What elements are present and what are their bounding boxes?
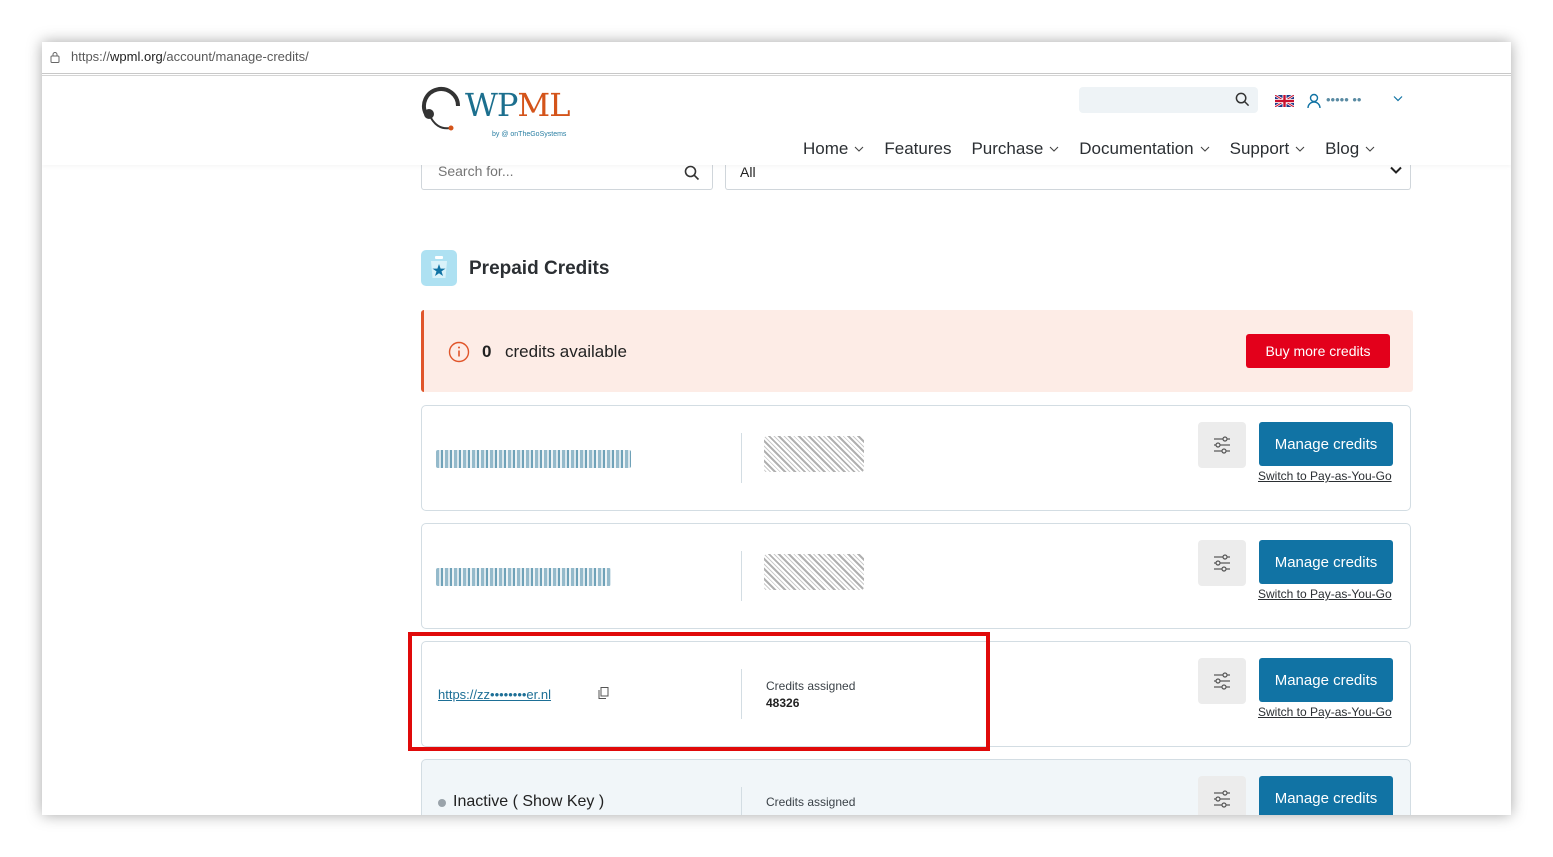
switch-to-payg-link[interactable]: Switch to Pay-as-You-Go [1258,705,1392,719]
card-divider [741,433,742,483]
sliders-icon [1214,554,1230,572]
manage-credits-button[interactable]: Manage credits [1259,540,1393,584]
chevron-down-icon [1390,166,1402,174]
status-dot [438,799,446,807]
select-value: All [740,164,756,180]
site-header: WPML by @ onTheGoSystems ••••• •• Home F… [42,76,1511,165]
chevron-down-icon [1049,146,1059,152]
credits-available-label: credits available [505,342,627,361]
user-icon[interactable] [1307,93,1321,109]
sliders-icon [1214,672,1230,690]
nav-item-home[interactable]: Home [803,137,864,161]
redacted-credits [764,436,864,472]
headset-icon [422,87,460,131]
manage-credits-button[interactable]: Manage credits [1259,776,1393,815]
logo-text: WPML [465,86,570,124]
redacted-site-url [436,450,631,468]
sliders-icon [1214,790,1230,808]
site-card: Manage credits Switch to Pay-as-You-Go [421,405,1411,511]
search-icon[interactable] [684,165,700,181]
site-card: Manage credits Switch to Pay-as-You-Go [421,523,1411,629]
nav-item-documentation[interactable]: Documentation [1079,137,1210,161]
buy-more-credits-button[interactable]: Buy more credits [1246,334,1390,368]
chevron-down-icon[interactable] [1393,95,1403,102]
wpml-logo[interactable]: WPML by @ onTheGoSystems [420,80,580,140]
chevron-down-icon [1295,146,1305,152]
card-divider [741,787,742,815]
nav-item-features[interactable]: Features [884,137,951,161]
redacted-site-url [436,568,611,586]
settings-button[interactable] [1198,422,1246,468]
section-title: Prepaid Credits [469,258,610,279]
copy-icon[interactable] [598,687,609,699]
credits-assigned-label: Credits assigned [766,679,856,693]
site-card: https://zz••••••••er.nl Credits assigned… [421,641,1411,747]
credits-assigned-label: Credits assigned [766,795,856,809]
chevron-down-icon [1200,146,1210,152]
browser-window: https://wpml.org/account/manage-credits/… [42,42,1511,815]
inactive-show-key[interactable]: Inactive ( Show Key ) [453,793,604,811]
settings-button[interactable] [1198,540,1246,586]
chevron-down-icon [1365,146,1375,152]
nav-item-blog[interactable]: Blog [1325,137,1375,161]
redacted-credits [764,554,864,590]
switch-to-payg-link[interactable]: Switch to Pay-as-You-Go [1258,587,1392,601]
manage-credits-button[interactable]: Manage credits [1259,422,1393,466]
card-divider [741,669,742,719]
info-icon [448,341,470,363]
chevron-down-icon [854,146,864,152]
main-nav: Home Features Purchase Documentation Sup… [803,137,1395,161]
header-search-input[interactable] [1079,87,1258,113]
logo-subtitle: by @ onTheGoSystems [492,131,567,138]
uk-flag-icon[interactable] [1275,95,1294,107]
settings-button[interactable] [1198,658,1246,704]
prepaid-credits-icon [421,250,457,286]
settings-button[interactable] [1198,776,1246,815]
user-name[interactable]: ••••• •• [1326,92,1361,107]
credits-count: 0 [482,342,492,361]
switch-to-payg-link[interactable]: Switch to Pay-as-You-Go [1258,469,1392,483]
manage-credits-button[interactable]: Manage credits [1259,658,1393,702]
search-icon[interactable] [1235,92,1250,107]
site-card-inactive: Inactive ( Show Key ) Credits assigned M… [421,759,1411,815]
credits-assigned-value: 48326 [766,696,800,710]
site-url-link[interactable]: https://zz••••••••er.nl [438,687,551,702]
card-divider [741,551,742,601]
nav-item-purchase[interactable]: Purchase [971,137,1059,161]
sliders-icon [1214,436,1230,454]
nav-item-support[interactable]: Support [1230,137,1306,161]
credits-alert: 0 credits available Buy more credits [421,310,1413,392]
